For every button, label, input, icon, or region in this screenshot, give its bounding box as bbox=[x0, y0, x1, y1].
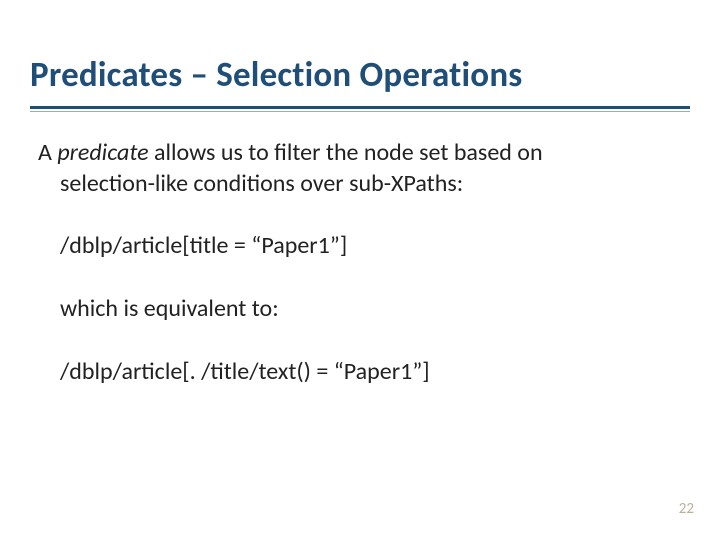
equivalence-text: which is equivalent to: bbox=[38, 294, 690, 325]
lead-text-rest: allows us to filter the node set based o… bbox=[149, 138, 543, 167]
slide: Predicates – Selection Operations A pred… bbox=[0, 0, 720, 540]
lead-text-line2: selection-like conditions over sub-XPath… bbox=[38, 169, 690, 200]
slide-title: Predicates – Selection Operations bbox=[30, 54, 690, 96]
xpath-example-2: /dblp/article[. /title/text() = “Paper1”… bbox=[38, 357, 690, 388]
page-number: 22 bbox=[679, 500, 694, 518]
slide-body: A predicate allows us to filter the node… bbox=[30, 138, 690, 388]
lead-text-predicate: predicate bbox=[57, 138, 148, 167]
title-underline bbox=[30, 106, 690, 112]
lead-text-a: A bbox=[38, 138, 57, 167]
xpath-example-1: /dblp/article[title = “Paper1”] bbox=[38, 231, 690, 262]
lead-paragraph: A predicate allows us to filter the node… bbox=[38, 138, 690, 199]
